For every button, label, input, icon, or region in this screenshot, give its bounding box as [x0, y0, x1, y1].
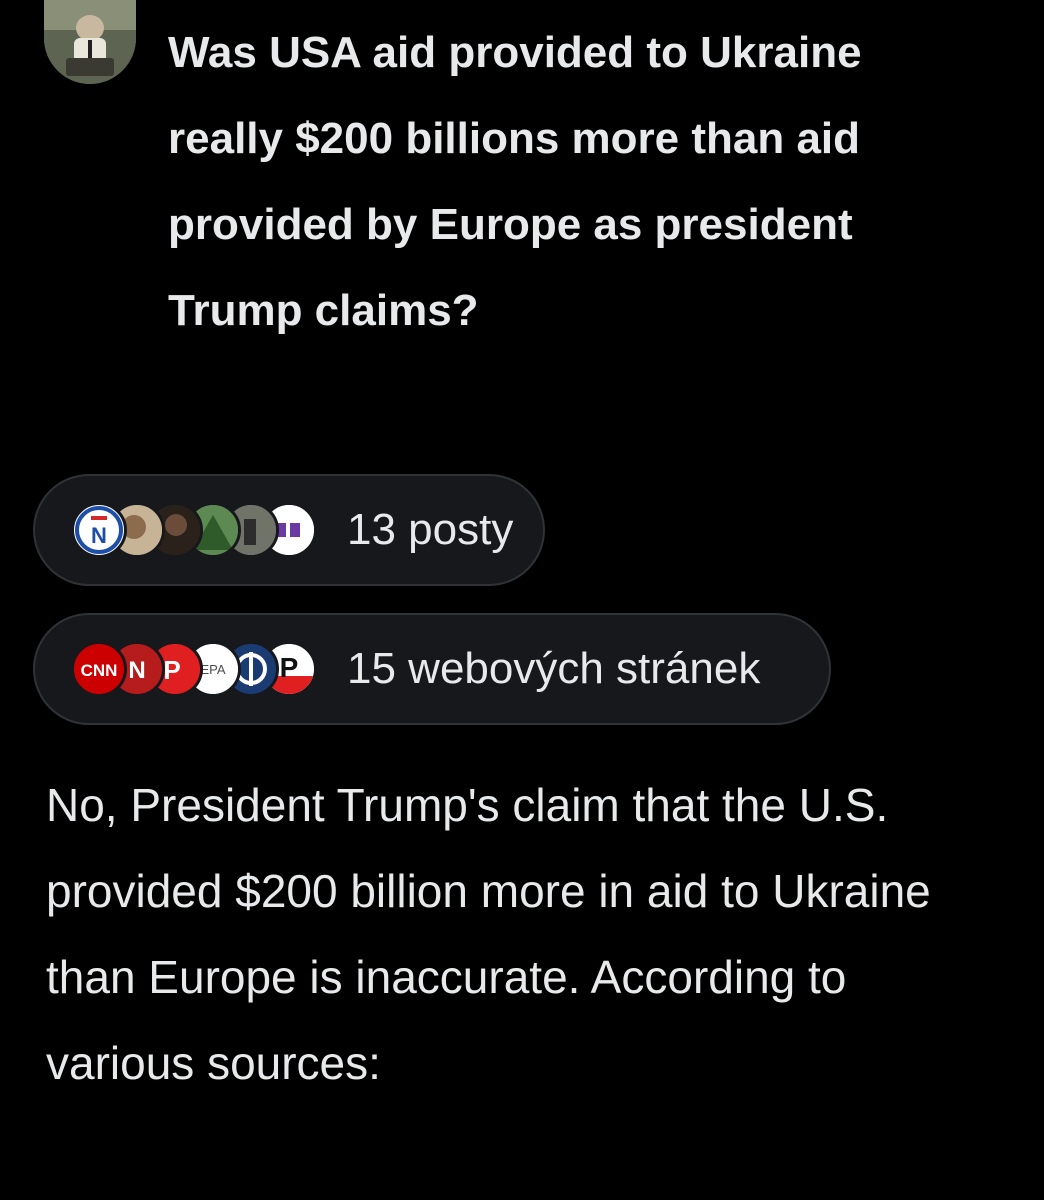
avatar-image	[44, 0, 136, 84]
answer-text: No, President Trump's claim that the U.S…	[46, 779, 931, 1089]
news-logo-icon: N	[71, 502, 127, 558]
posts-sources-button[interactable]: N 13 posty	[33, 474, 545, 586]
user-avatar[interactable]	[44, 0, 136, 84]
posts-avatar-stack: N	[71, 502, 333, 558]
websites-sources-button[interactable]: CNN N P EPA P 15 webových stránek	[33, 613, 831, 725]
svg-text:EPA: EPA	[200, 662, 225, 677]
svg-text:P: P	[280, 652, 299, 683]
cnn-logo-icon: CNN	[71, 641, 127, 697]
svg-text:N: N	[128, 657, 145, 684]
websites-count-label: 15 webových stránek	[347, 644, 761, 693]
posts-count-label: 13 posty	[347, 505, 514, 554]
svg-text:CNN: CNN	[81, 661, 118, 680]
svg-text:N: N	[91, 523, 107, 548]
websites-logo-stack: CNN N P EPA P	[71, 641, 333, 697]
question-text: Was USA aid provided to Ukraine really $…	[168, 28, 862, 335]
svg-text:P: P	[163, 655, 180, 685]
